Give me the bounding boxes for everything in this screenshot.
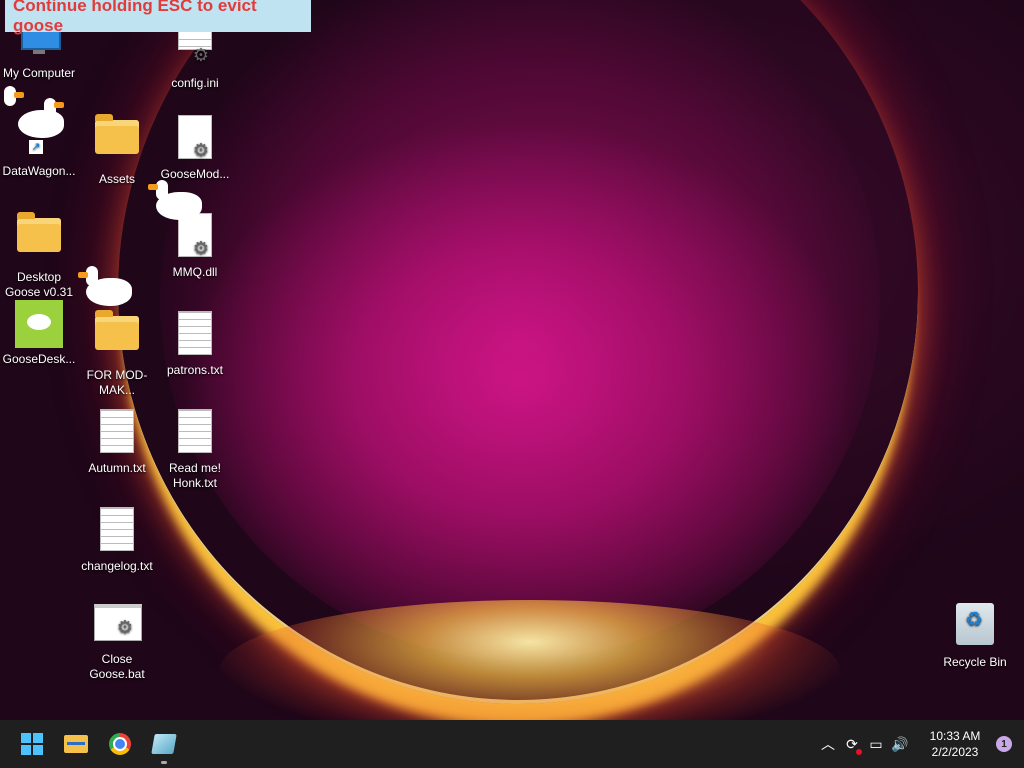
clock-time: 10:33 AM xyxy=(929,729,981,743)
goose-icon[interactable] xyxy=(76,264,134,308)
goose-icon[interactable] xyxy=(0,86,26,116)
desktop-icon-for-mod-makers[interactable]: FOR MOD-MAK... xyxy=(78,308,156,398)
icon-label: Read me! Honk.txt xyxy=(168,461,222,490)
sync-icon[interactable]: ⟳ xyxy=(840,736,864,755)
desktop-icon-assets[interactable]: Assets xyxy=(78,112,156,187)
system-tray: ︿ ⟳ ▭ 🔊 10:33 AM 2/2/2023 1 xyxy=(816,720,1024,768)
icon-label: changelog.txt xyxy=(81,559,153,573)
icon-label: Close Goose.bat xyxy=(89,652,145,681)
evict-goose-banner: Continue holding ESC to evict goose xyxy=(5,0,311,35)
text-file-icon xyxy=(171,311,219,359)
icon-label: GooseDesk... xyxy=(2,352,76,366)
icon-label: Assets xyxy=(98,172,135,186)
taskbar-chrome[interactable] xyxy=(98,722,142,766)
goose-app-icon xyxy=(151,734,177,754)
desktop-icon-desktop-goose-folder[interactable]: Desktop Goose v0.31 xyxy=(0,210,78,300)
folder-icon xyxy=(15,212,63,266)
notification-badge[interactable]: 1 xyxy=(996,736,1012,752)
windows-logo-icon xyxy=(21,733,43,755)
icon-label: Autumn.txt xyxy=(88,461,146,475)
desktop-icon-read-me-honk-txt[interactable]: Read me! Honk.txt xyxy=(156,406,234,491)
network-icon[interactable]: ▭ xyxy=(864,736,888,753)
desktop-icon-autumn-txt[interactable]: Autumn.txt xyxy=(78,406,156,476)
recycle-bin-icon: ♻ xyxy=(951,603,999,651)
text-file-icon xyxy=(93,507,141,555)
desktop-icon-recycle-bin[interactable]: ♻ Recycle Bin xyxy=(936,600,1014,670)
goose-app-icon xyxy=(15,300,63,348)
icon-label: Recycle Bin xyxy=(943,655,1007,669)
folder-icon xyxy=(93,114,141,168)
desktop-icon-changelog-txt[interactable]: changelog.txt xyxy=(78,504,156,574)
clock-date: 2/2/2023 xyxy=(931,745,979,759)
text-file-icon xyxy=(171,409,219,457)
text-file-icon xyxy=(93,409,141,457)
folder-icon xyxy=(93,310,141,364)
taskbar-desktop-goose[interactable] xyxy=(142,722,186,766)
icon-label: patrons.txt xyxy=(166,363,224,377)
icon-label: MMQ.dll xyxy=(172,265,218,279)
icon-label: DataWagon... xyxy=(2,164,76,178)
taskbar: ︿ ⟳ ▭ 🔊 10:33 AM 2/2/2023 1 xyxy=(0,720,1024,768)
icon-label: Desktop Goose v0.31 xyxy=(4,270,74,299)
chrome-icon xyxy=(109,733,131,755)
desktop-icon-goosemod[interactable]: ⚙ GooseMod... xyxy=(156,112,234,182)
volume-icon[interactable]: 🔊 xyxy=(888,736,912,753)
icon-label: My Computer xyxy=(2,66,76,80)
clock[interactable]: 10:33 AM 2/2/2023 xyxy=(920,728,990,760)
chevron-up-icon[interactable]: ︿ xyxy=(816,734,840,754)
desktop-icon-close-goose-bat[interactable]: ⚙ Close Goose.bat xyxy=(78,600,156,682)
desktop-icon-patrons-txt[interactable]: patrons.txt xyxy=(156,308,234,378)
icon-label: config.ini xyxy=(171,76,219,90)
icon-label: FOR MOD-MAK... xyxy=(86,368,148,397)
taskbar-file-explorer[interactable] xyxy=(54,722,98,766)
desktop-icon-goosedesktop[interactable]: GooseDesk... xyxy=(0,300,78,367)
settings-file-icon: ⚙ xyxy=(171,115,219,163)
batch-file-icon: ⚙ xyxy=(93,600,142,648)
start-button[interactable] xyxy=(10,722,54,766)
goose-icon[interactable] xyxy=(146,178,206,224)
folder-icon xyxy=(64,735,88,753)
